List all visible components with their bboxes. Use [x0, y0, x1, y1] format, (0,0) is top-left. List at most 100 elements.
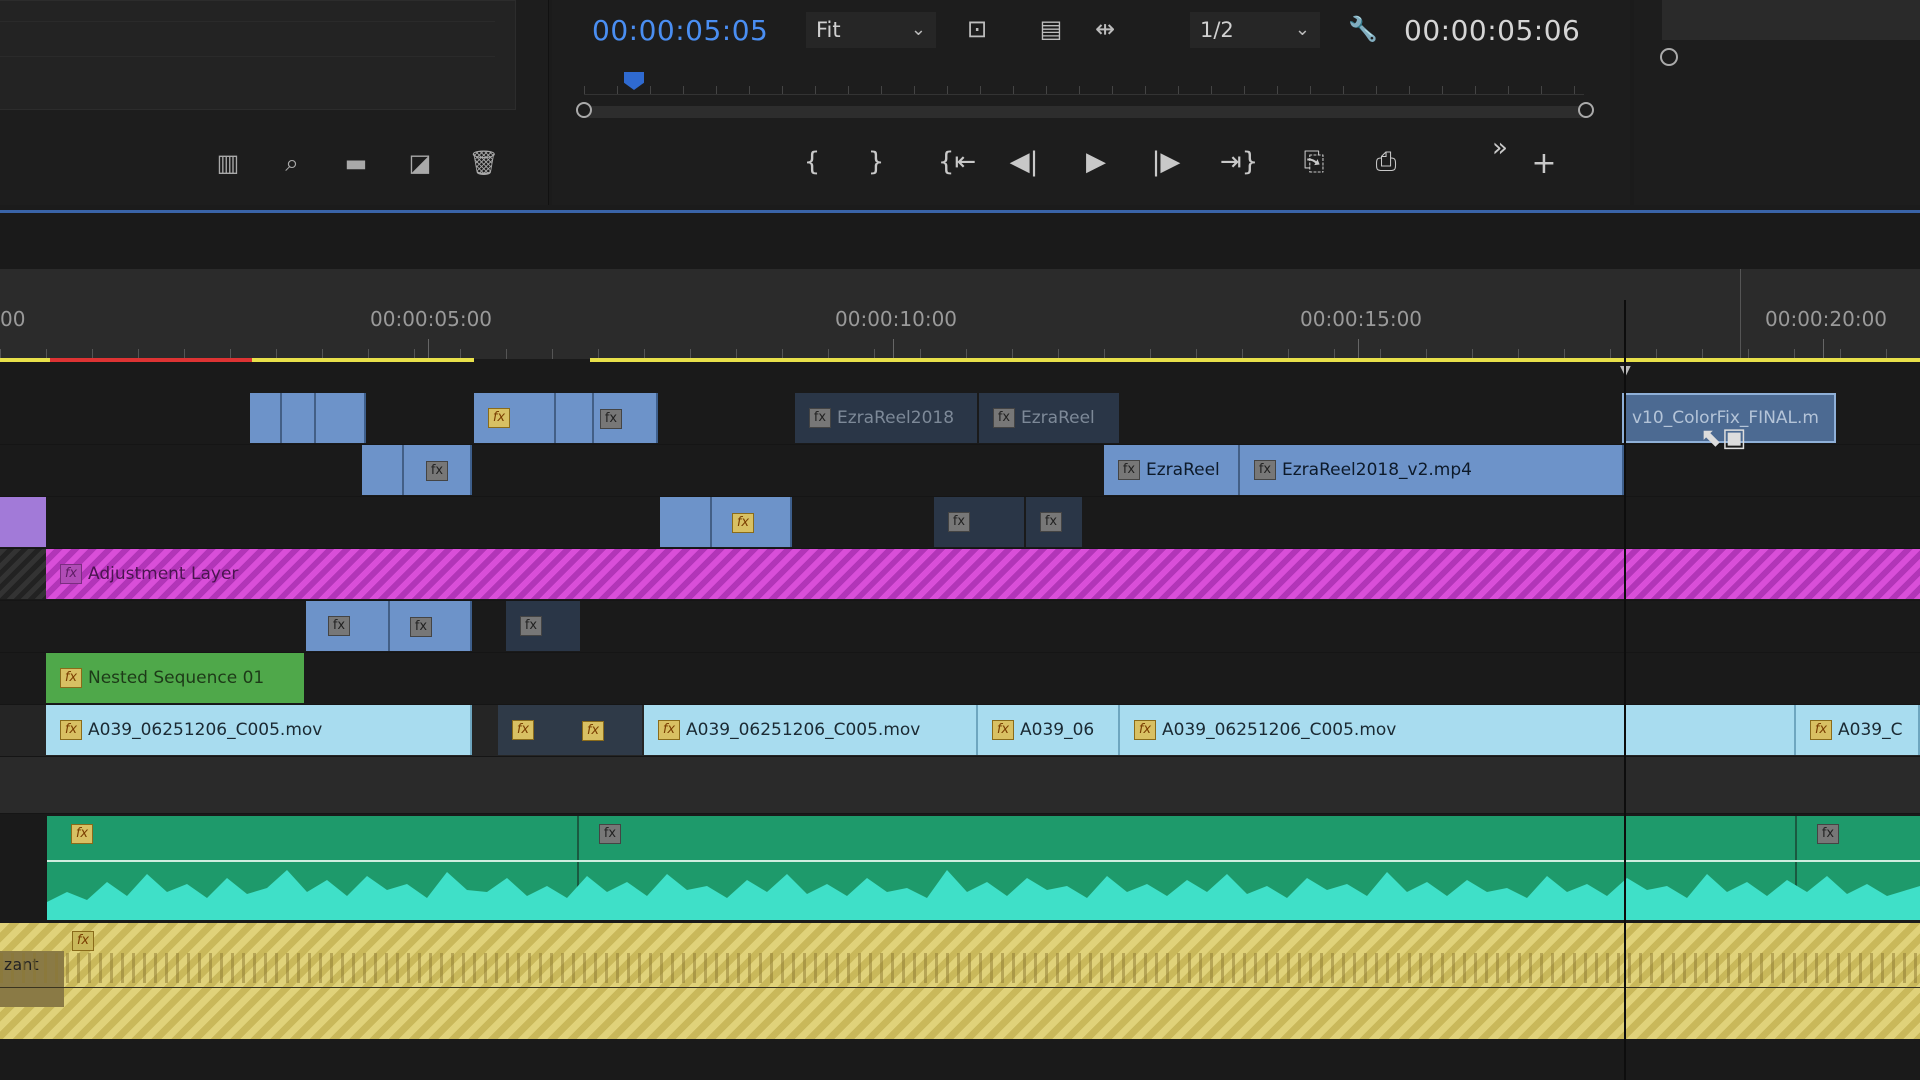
fx-badge-icon: fx: [72, 931, 94, 951]
new-bin-icon[interactable]: ▬: [338, 150, 374, 176]
go-to-in-button[interactable]: {⇤: [932, 142, 982, 182]
chevron-down-icon: ⌄: [1294, 19, 1310, 40]
fx-badge-icon: fx: [809, 408, 831, 428]
audio-waveform: [47, 870, 1920, 920]
timeline-ruler[interactable]: 00 00:00:05:00 00:00:10:00 00:00:15:00 0…: [0, 269, 1920, 359]
new-item-icon[interactable]: ◪: [402, 150, 438, 176]
wrench-icon[interactable]: 🔧: [1348, 14, 1378, 44]
track-gap: [0, 757, 1920, 814]
clip-label: A039_06: [1020, 720, 1095, 740]
mark-in-button[interactable]: {: [792, 142, 832, 182]
video-clip[interactable]: [0, 497, 46, 547]
resolution-value: 1/2: [1200, 18, 1234, 42]
fx-badge-icon: fx: [599, 824, 621, 844]
overwrite-button[interactable]: ⎙: [1366, 142, 1406, 182]
play-button[interactable]: ▶: [1076, 142, 1116, 182]
add-button[interactable]: +: [1524, 144, 1564, 184]
track-lock-area: [0, 549, 46, 599]
fx-badge-icon: fx: [992, 720, 1014, 740]
audio-waveform: [0, 953, 1920, 983]
fx-badge-icon: fx: [732, 513, 754, 533]
video-clip[interactable]: fx A039_06: [978, 705, 1120, 755]
clip-label: Nested Sequence 01: [88, 668, 265, 688]
fx-badge-icon: fx: [1817, 824, 1839, 844]
go-to-out-button[interactable]: ⇥}: [1214, 142, 1264, 182]
video-clip[interactable]: fx fx: [306, 601, 472, 651]
zoom-scrollbar[interactable]: [576, 102, 1594, 118]
video-clip[interactable]: [250, 393, 366, 443]
video-clip[interactable]: fx A039_06251206_C005.mov: [1120, 705, 1796, 755]
trim-icon[interactable]: ⇹: [1090, 14, 1120, 44]
project-panel: ▥ ⌕ ▬ ◪ 🗑: [0, 0, 549, 205]
current-timecode[interactable]: 00:00:05:05: [592, 14, 768, 47]
clip-label: EzraReel: [1146, 460, 1220, 480]
film-icon[interactable]: ▤: [1036, 14, 1066, 44]
fx-badge-icon: fx: [512, 720, 534, 740]
step-forward-button[interactable]: |▶: [1146, 142, 1186, 182]
right-panel: [1634, 0, 1920, 205]
fx-badge-icon: fx: [658, 720, 680, 740]
video-clip[interactable]: fx EzraReel2018: [795, 393, 977, 443]
nested-sequence-clip[interactable]: fx Nested Sequence 01: [46, 653, 304, 703]
trash-icon[interactable]: 🗑: [466, 150, 502, 176]
video-clip[interactable]: fx: [506, 601, 580, 651]
more-controls-button[interactable]: »: [1480, 128, 1520, 168]
zoom-handle-right[interactable]: [1578, 102, 1594, 118]
video-clip[interactable]: fx EzraReel: [979, 393, 1119, 443]
video-clip[interactable]: fx EzraReel fx EzraReel2018_v2.mp4: [1104, 445, 1624, 495]
step-back-button[interactable]: ◀|: [1004, 142, 1044, 182]
scrubber-ruler: [584, 86, 1584, 95]
work-area-bar[interactable]: [590, 358, 1920, 362]
fx-badge-icon: fx: [1134, 720, 1156, 740]
clip-label: EzraReel2018: [837, 408, 955, 428]
video-clip[interactable]: fx: [660, 497, 792, 547]
video-track-nested: fx Nested Sequence 01: [0, 653, 1920, 705]
video-clip[interactable]: fx A039_06251206_C005.mov: [644, 705, 978, 755]
ruler-label: 00:00:15:00: [1300, 307, 1423, 331]
search-icon[interactable]: ⌕: [274, 150, 310, 176]
video-clip[interactable]: fx fx: [498, 705, 642, 755]
video-clip[interactable]: fx: [934, 497, 1024, 547]
fx-badge-icon: fx: [328, 616, 350, 636]
fx-badge-icon: fx: [60, 720, 82, 740]
safe-margins-icon[interactable]: ⊡: [962, 14, 992, 44]
project-list[interactable]: [0, 0, 516, 110]
clip-label: A039_06251206_C005.mov: [686, 720, 921, 740]
ruler-label: 00:00:05:00: [370, 307, 493, 331]
video-track-v3: fx Adjustment Layer: [0, 549, 1920, 601]
monitor-scrubber[interactable]: [584, 56, 1584, 95]
right-panel-strip: [1662, 0, 1920, 40]
video-clip[interactable]: fx A039_06251206_C005.mov: [46, 705, 472, 755]
render-bar-red: [50, 358, 252, 362]
fx-badge-icon: fx: [488, 408, 510, 428]
video-clip[interactable]: fx A039_C: [1796, 705, 1920, 755]
fx-badge-icon: fx: [60, 564, 82, 584]
fx-badge-icon: fx: [426, 461, 448, 481]
insert-button[interactable]: ⎘: [1294, 142, 1334, 182]
zoom-dropdown[interactable]: Fit ⌄: [806, 12, 936, 48]
playhead-line[interactable]: [1624, 300, 1626, 1080]
video-clip[interactable]: fx: [1026, 497, 1082, 547]
project-toolbar: ▥ ⌕ ▬ ◪ 🗑: [210, 150, 502, 176]
video-clip[interactable]: fx fx: [474, 393, 658, 443]
work-area-bar[interactable]: [252, 358, 474, 362]
fx-badge-icon: fx: [520, 616, 542, 636]
clip-label: EzraReel: [1021, 408, 1095, 428]
clip-label-group: fx EzraReel2018_v2.mp4: [1240, 445, 1472, 495]
bin-list-icon[interactable]: ▥: [210, 150, 246, 176]
right-panel-handle[interactable]: [1660, 48, 1678, 66]
video-clip[interactable]: fx: [362, 445, 472, 495]
timeline-panel: 00 00:00:05:00 00:00:10:00 00:00:15:00 0…: [0, 213, 1920, 1080]
chevron-down-icon: ⌄: [910, 19, 926, 40]
resolution-dropdown[interactable]: 1/2 ⌄: [1190, 12, 1320, 48]
audio-clip-a1[interactable]: fx fx fx: [47, 816, 1920, 920]
clip-label: A039_06251206_C005.mov: [88, 720, 323, 740]
fx-badge-icon: fx: [582, 721, 604, 741]
audio-clip-a2[interactable]: fx zant: [0, 923, 1920, 1039]
ruler-label: 00:00:20:00: [1765, 307, 1888, 331]
zoom-handle-left[interactable]: [576, 102, 592, 118]
top-panels: ▥ ⌕ ▬ ◪ 🗑 00:00:05:05 Fit ⌄ ⊡ ▤ ⇹ 1/2 ⌄ …: [0, 0, 1920, 210]
adjustment-layer-clip[interactable]: fx Adjustment Layer: [46, 549, 1920, 599]
work-area-bar[interactable]: [0, 358, 50, 362]
mark-out-button[interactable]: }: [856, 142, 896, 182]
